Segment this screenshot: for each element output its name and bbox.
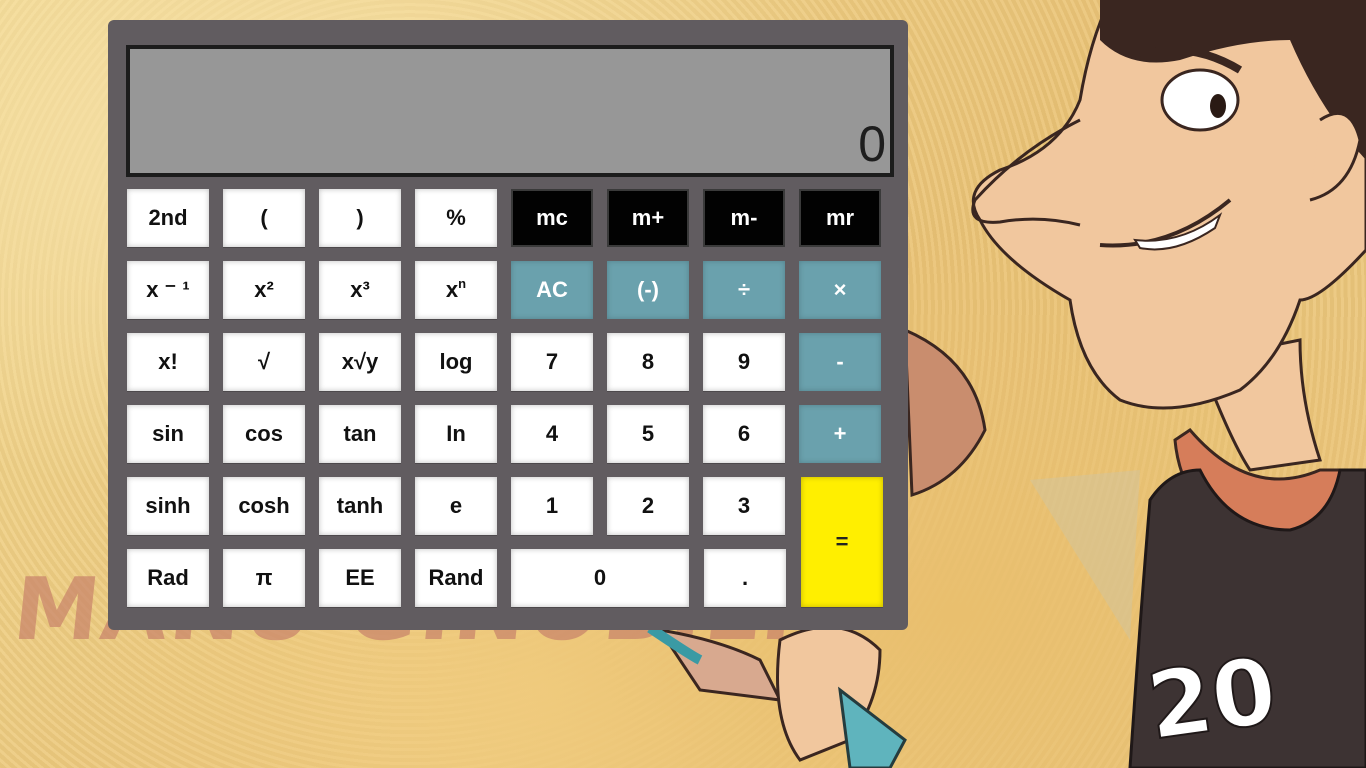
log-button[interactable]: log bbox=[415, 333, 497, 391]
calculator: 0 2nd ( ) % mc m+ m- mr x ⁻ ¹ x² x³ xn A… bbox=[108, 20, 908, 630]
memory-subtract-button[interactable]: m- bbox=[703, 189, 785, 247]
open-paren-button[interactable]: ( bbox=[223, 189, 305, 247]
memory-add-button[interactable]: m+ bbox=[607, 189, 689, 247]
cube-button[interactable]: x³ bbox=[319, 261, 401, 319]
memory-recall-button[interactable]: mr bbox=[799, 189, 881, 247]
all-clear-button[interactable]: AC bbox=[511, 261, 593, 319]
multiply-button[interactable]: × bbox=[799, 261, 881, 319]
radians-button[interactable]: Rad bbox=[127, 549, 209, 607]
percent-button[interactable]: % bbox=[415, 189, 497, 247]
divide-button[interactable]: ÷ bbox=[703, 261, 785, 319]
natural-log-button[interactable]: In bbox=[415, 405, 497, 463]
memory-clear-button[interactable]: mc bbox=[511, 189, 593, 247]
random-button[interactable]: Rand bbox=[415, 549, 497, 607]
digit-9-button[interactable]: 9 bbox=[703, 333, 785, 391]
close-paren-button[interactable]: ) bbox=[319, 189, 401, 247]
cos-button[interactable]: cos bbox=[223, 405, 305, 463]
square-root-button[interactable]: √ bbox=[223, 333, 305, 391]
factorial-button[interactable]: x! bbox=[127, 333, 209, 391]
digit-7-button[interactable]: 7 bbox=[511, 333, 593, 391]
add-button[interactable]: + bbox=[799, 405, 881, 463]
exponent-ee-button[interactable]: EE bbox=[319, 549, 401, 607]
negate-button[interactable]: (-) bbox=[607, 261, 689, 319]
power-button[interactable]: xn bbox=[415, 261, 497, 319]
sin-button[interactable]: sin bbox=[127, 405, 209, 463]
cosh-button[interactable]: cosh bbox=[223, 477, 305, 535]
reciprocal-button[interactable]: x ⁻ ¹ bbox=[127, 261, 209, 319]
digit-3-button[interactable]: 3 bbox=[703, 477, 785, 535]
digit-8-button[interactable]: 8 bbox=[607, 333, 689, 391]
subtract-button[interactable]: - bbox=[799, 333, 881, 391]
digit-4-button[interactable]: 4 bbox=[511, 405, 593, 463]
display-value: 0 bbox=[858, 116, 886, 172]
digit-2-button[interactable]: 2 bbox=[607, 477, 689, 535]
x-root-y-button[interactable]: x√y bbox=[319, 333, 401, 391]
sinh-button[interactable]: sinh bbox=[127, 477, 209, 535]
power-exponent-label: n bbox=[458, 275, 467, 291]
digit-5-button[interactable]: 5 bbox=[607, 405, 689, 463]
square-button[interactable]: x² bbox=[223, 261, 305, 319]
second-function-button[interactable]: 2nd bbox=[127, 189, 209, 247]
tanh-button[interactable]: tanh bbox=[319, 477, 401, 535]
decimal-point-button[interactable]: . bbox=[704, 549, 786, 607]
tan-button[interactable]: tan bbox=[319, 405, 401, 463]
equals-button[interactable]: = bbox=[801, 477, 883, 607]
digit-6-button[interactable]: 6 bbox=[703, 405, 785, 463]
digit-0-button[interactable]: 0 bbox=[511, 549, 689, 607]
power-base-label: x bbox=[445, 277, 459, 302]
euler-button[interactable]: e bbox=[415, 477, 497, 535]
pi-button[interactable]: π bbox=[223, 549, 305, 607]
jersey-number: 20 bbox=[1141, 637, 1283, 761]
display-screen: 0 bbox=[126, 45, 894, 177]
digit-1-button[interactable]: 1 bbox=[511, 477, 593, 535]
